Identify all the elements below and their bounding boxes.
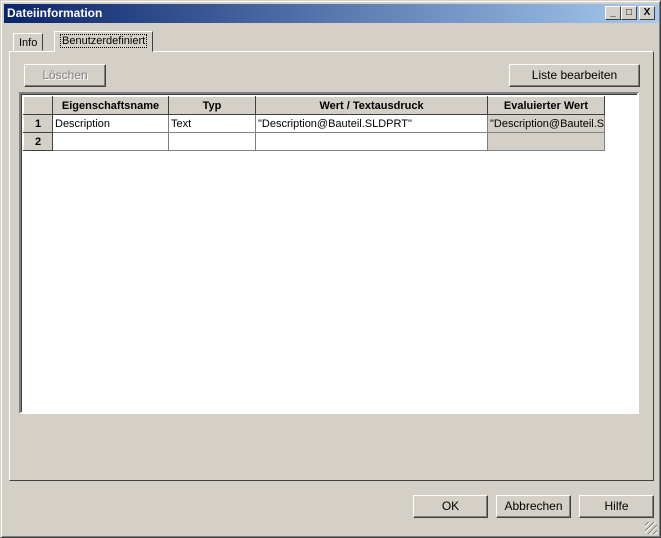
column-header[interactable]: Wert / Textausdruck [255, 96, 488, 115]
row-number[interactable]: 1 [23, 114, 53, 133]
value-cell[interactable]: "Description@Bauteil.SLDPRT" [255, 114, 488, 133]
title-bar: Dateiinformation [4, 4, 659, 23]
close-button[interactable]: X [639, 6, 655, 20]
column-header[interactable]: Evaluierter Wert [487, 96, 605, 115]
column-header[interactable]: Eigenschaftsname [52, 96, 169, 115]
table-row: 2 [23, 132, 605, 151]
tab-label: Benutzerdefiniert [60, 34, 148, 48]
table-row: 1 Description Text "Description@Bauteil.… [23, 114, 605, 133]
window-title: Dateiinformation [7, 6, 103, 20]
row-number[interactable]: 2 [23, 132, 53, 151]
help-button[interactable]: Hilfe [579, 495, 654, 518]
evaluated-cell [487, 132, 605, 151]
minimize-button[interactable]: _ [605, 6, 621, 20]
edit-list-button[interactable]: Liste bearbeiten [509, 64, 640, 87]
cancel-button[interactable]: Abbrechen [496, 495, 571, 518]
tab-benutzerdefiniert[interactable]: Benutzerdefiniert [54, 31, 154, 52]
corner-header [23, 96, 53, 115]
header-row: Eigenschaftsname Typ Wert / Textausdruck… [23, 96, 605, 115]
properties-grid: Eigenschaftsname Typ Wert / Textausdruck… [19, 92, 639, 414]
evaluated-cell: "Description@Bauteil.S [487, 114, 605, 133]
type-cell[interactable]: Text [168, 114, 256, 133]
maximize-button[interactable]: □ [621, 6, 637, 20]
dialog-window: Dateiinformation _ □ X Info Benutzerdefi… [0, 0, 661, 538]
name-cell[interactable] [52, 132, 169, 151]
value-cell[interactable] [255, 132, 488, 151]
ok-button[interactable]: OK [413, 495, 488, 518]
resize-grip-icon[interactable] [645, 522, 657, 534]
name-cell[interactable]: Description [52, 114, 169, 133]
column-header[interactable]: Typ [168, 96, 256, 115]
tab-info[interactable]: Info [13, 33, 44, 51]
delete-button[interactable]: Löschen [24, 64, 106, 87]
type-cell[interactable] [168, 132, 256, 151]
